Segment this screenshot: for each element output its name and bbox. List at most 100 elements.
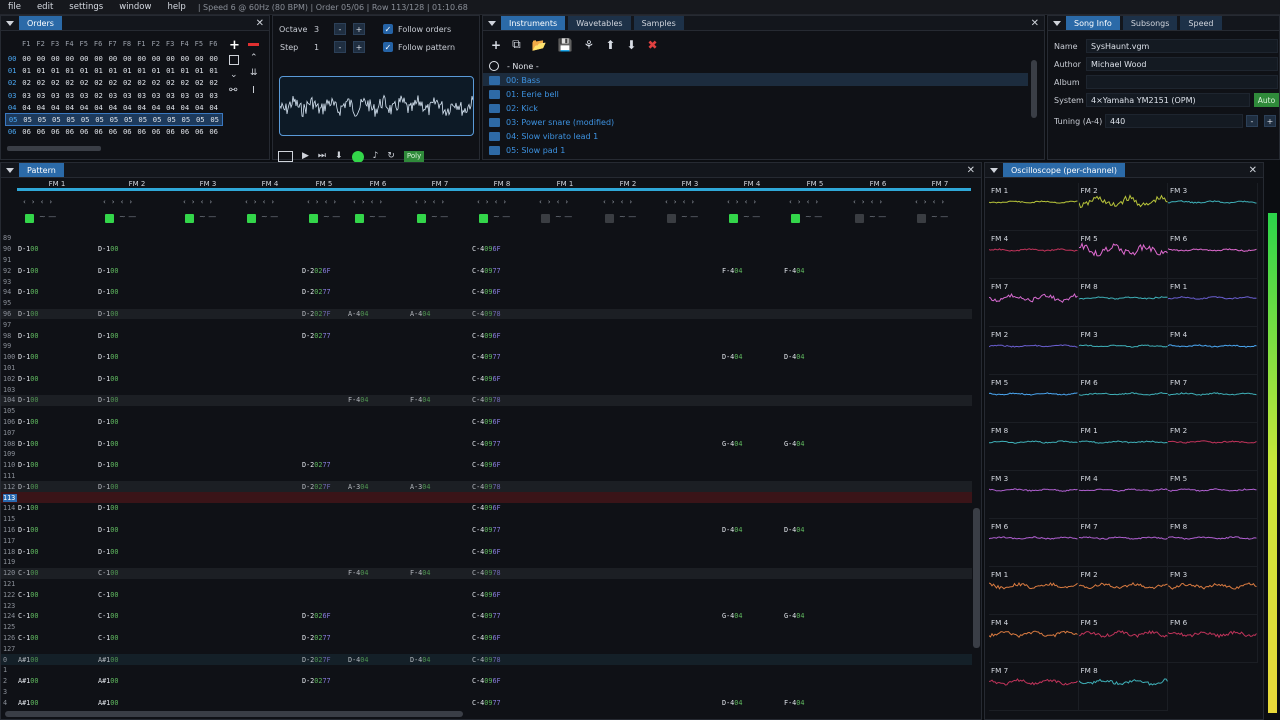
close-icon[interactable]: ✕ — [1249, 165, 1257, 176]
duplicate-order-icon[interactable] — [229, 55, 239, 65]
order-cell[interactable]: 05 — [107, 115, 121, 124]
collapse-icon[interactable] — [1053, 20, 1061, 26]
order-cell[interactable]: 01 — [77, 66, 91, 75]
pattern-row[interactable]: 121 — [1, 579, 972, 590]
order-row-number[interactable]: 05 — [6, 115, 20, 124]
note-cell[interactable]: C-40977 — [472, 526, 501, 534]
channel-mute-toggle[interactable] — [791, 214, 800, 223]
channel-name[interactable]: FM 3 — [177, 179, 239, 191]
channel-mute-toggle[interactable] — [309, 214, 318, 223]
order-row-number[interactable]: 01 — [5, 66, 19, 75]
channel-arrows-icon[interactable]: ‹›‹› — [477, 198, 512, 206]
pattern-row[interactable]: 125 — [1, 622, 972, 633]
channel-name[interactable]: FM 6 — [847, 179, 909, 191]
note-cell[interactable]: D-2027F — [302, 483, 331, 491]
order-cell[interactable]: 02 — [91, 91, 105, 100]
order-row[interactable]: 03 03 03 03 03 03 02 03 03 03 03 03 03 03 03 — [5, 89, 223, 101]
orders-scrollbar[interactable] — [7, 146, 101, 151]
note-cell[interactable]: C-100 — [18, 634, 38, 642]
menu-window[interactable]: window — [111, 2, 159, 12]
order-cell[interactable]: 01 — [48, 66, 62, 75]
note-cell[interactable]: F-404 — [348, 569, 368, 577]
order-cell[interactable]: 05 — [150, 115, 164, 124]
note-cell[interactable]: C-40977 — [472, 267, 501, 275]
collapse-icon[interactable] — [6, 20, 14, 26]
note-cell[interactable]: D-2027F — [302, 310, 331, 318]
system-field[interactable]: 4×Yamaha YM2151 (OPM) — [1086, 93, 1250, 107]
pattern-row[interactable]: 104 D-100 D-100 F-404 F-404 C-40978 — [1, 395, 972, 406]
order-cell[interactable]: 01 — [163, 66, 177, 75]
note-cell[interactable]: D-2026F — [302, 267, 331, 275]
order-cell[interactable]: 01 — [106, 66, 120, 75]
order-row[interactable]: 05 05 05 05 05 05 05 05 05 05 05 05 05 05 05 — [5, 113, 223, 126]
channel-mute-toggle[interactable] — [667, 214, 676, 223]
channel-mute-toggle[interactable] — [855, 214, 864, 223]
change-mode-icon[interactable]: ⚯ — [229, 85, 237, 96]
channel-name[interactable]: FM 4 — [721, 179, 783, 191]
tuning-minus-button[interactable]: - — [1246, 115, 1258, 127]
note-cell[interactable]: D-100 — [98, 353, 118, 361]
pattern-row[interactable]: 99 — [1, 341, 972, 352]
channel-mute-toggle[interactable] — [25, 214, 34, 223]
arrow-down-icon[interactable]: ⬇ — [626, 38, 636, 52]
note-cell[interactable]: C-40977 — [472, 353, 501, 361]
note-cell[interactable]: C-4096F — [472, 245, 501, 253]
order-cell[interactable]: 06 — [135, 127, 149, 136]
octave-minus-button[interactable]: - — [334, 23, 346, 35]
order-cell[interactable]: 06 — [192, 127, 206, 136]
order-cell[interactable]: 00 — [120, 54, 134, 63]
note-cell[interactable]: A-404 — [410, 310, 430, 318]
order-cell[interactable]: 06 — [63, 127, 77, 136]
tab-speed[interactable]: Speed — [1180, 16, 1222, 30]
order-cell[interactable]: 00 — [34, 54, 48, 63]
pattern-row[interactable]: 100 D-100 D-100 C-40977 D-404 D-404 — [1, 352, 972, 363]
note-cell[interactable]: D-404 — [348, 656, 368, 664]
channel-mute-toggle[interactable] — [541, 214, 550, 223]
pattern-row[interactable]: 109 — [1, 449, 972, 460]
tuning-plus-button[interactable]: + — [1264, 115, 1276, 127]
channel-arrows-icon[interactable]: ‹›‹› — [603, 198, 638, 206]
note-cell[interactable]: F-404 — [348, 396, 368, 404]
note-cell[interactable]: F-404 — [784, 267, 804, 275]
note-cell[interactable]: A-304 — [410, 483, 430, 491]
note-cell[interactable]: C-40978 — [472, 569, 501, 577]
order-cell[interactable]: 03 — [135, 91, 149, 100]
order-cell[interactable]: 04 — [63, 103, 77, 112]
move-up-icon[interactable]: ⌃ — [250, 53, 258, 63]
order-row[interactable]: 06 06 06 06 06 06 06 06 06 06 06 06 06 06 06 — [5, 126, 223, 138]
note-cell[interactable]: G-404 — [784, 440, 804, 448]
order-cell[interactable]: 05 — [49, 115, 63, 124]
note-cell[interactable]: D-100 — [98, 267, 118, 275]
channel-name[interactable]: FM 1 — [533, 179, 597, 191]
note-cell[interactable]: D-20277 — [302, 634, 331, 642]
note-cell[interactable]: C-4096F — [472, 288, 501, 296]
pattern-row[interactable]: 1 — [1, 665, 972, 676]
order-cell[interactable]: 02 — [206, 78, 220, 87]
tab-oscilloscope[interactable]: Oscilloscope (per-channel) — [1003, 163, 1125, 177]
channel-arrows-icon[interactable]: ‹›‹› — [539, 198, 574, 206]
note-cell[interactable]: D-100 — [98, 504, 118, 512]
order-cell[interactable]: 05 — [64, 115, 78, 124]
order-cell[interactable]: 06 — [34, 127, 48, 136]
note-cell[interactable]: C-40977 — [472, 699, 501, 707]
order-cell[interactable]: 04 — [149, 103, 163, 112]
step-value[interactable]: 1 — [314, 43, 319, 52]
note-cell[interactable]: D-100 — [18, 267, 38, 275]
arrow-up-icon[interactable]: ⬆ — [605, 38, 615, 52]
add-icon[interactable]: + — [491, 38, 501, 52]
collapse-icon[interactable] — [6, 167, 14, 173]
note-cell[interactable]: D-100 — [98, 375, 118, 383]
note-cell[interactable]: G-404 — [784, 612, 804, 620]
channel-name[interactable]: FM 8 — [471, 179, 533, 191]
order-cell[interactable]: 03 — [206, 91, 220, 100]
pattern-row[interactable]: 0 A#100 A#100 D-2027F D-404 D-404 C-40978 — [1, 654, 972, 665]
octave-value[interactable]: 3 — [314, 25, 319, 34]
order-cell[interactable]: 02 — [149, 78, 163, 87]
pattern-row[interactable]: 103 — [1, 384, 972, 395]
open-icon[interactable]: 📂 — [532, 38, 547, 52]
name-field[interactable]: SysHaunt.vgm — [1086, 39, 1278, 53]
channel-arrows-icon[interactable]: ‹›‹› — [245, 198, 280, 206]
pattern-row[interactable]: 119 — [1, 557, 972, 568]
chevron-down-icon[interactable]: ⌄ — [230, 70, 238, 80]
menu-help[interactable]: help — [159, 2, 193, 12]
